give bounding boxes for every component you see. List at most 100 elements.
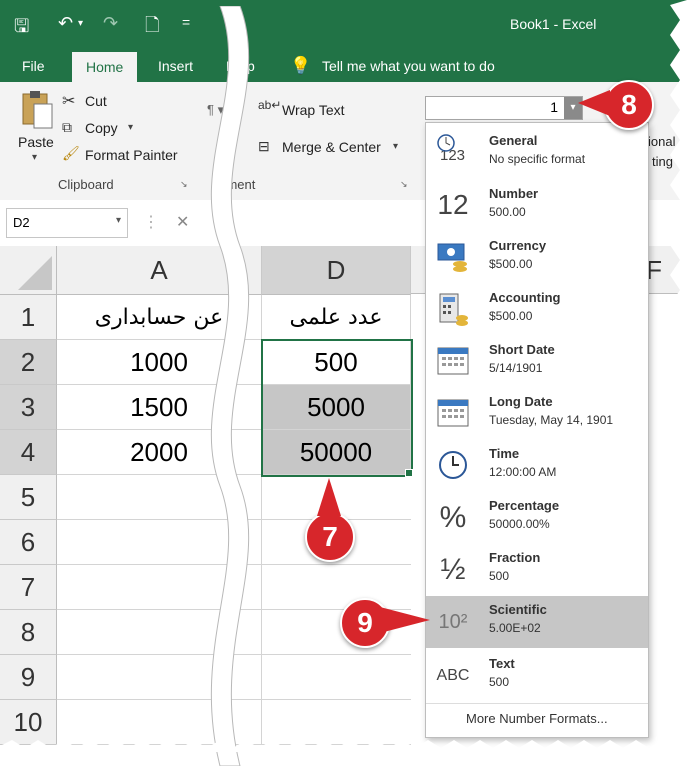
format-accounting-name: Accounting xyxy=(489,290,561,305)
number-format-dropdown: 123 General No specific format 12 Number… xyxy=(425,122,649,738)
wrap-text-button[interactable]: Wrap Text xyxy=(282,102,345,118)
format-accounting-sample: $500.00 xyxy=(489,309,533,323)
formula-bar-divider: ⋮ xyxy=(143,214,159,231)
number-12-icon: 12 xyxy=(437,189,469,220)
text-abc-icon: ABC xyxy=(436,667,470,684)
merge-dropdown-icon[interactable]: ▾ xyxy=(393,141,398,152)
format-number-sample: 500.00 xyxy=(489,205,526,219)
format-fraction-name: Fraction xyxy=(489,550,541,565)
format-time-name: Time xyxy=(489,446,520,461)
new-file-icon[interactable]: 🗋 xyxy=(145,13,159,43)
torn-right-edge xyxy=(670,0,687,752)
row-header-5[interactable]: 5 xyxy=(0,475,57,520)
format-accounting[interactable]: Accounting $500.00 xyxy=(426,284,648,336)
customize-qat-icon[interactable]: = xyxy=(182,14,190,30)
format-scientific[interactable]: 10² Scientific 5.00E+02 xyxy=(426,596,648,648)
torn-edge-decoration xyxy=(210,6,250,766)
callout-badge-7: 7 xyxy=(305,512,355,562)
format-short-date-name: Short Date xyxy=(489,342,555,357)
format-fraction[interactable]: ½ Fraction 500 xyxy=(426,544,648,596)
wrap-text-icon: ab↵ xyxy=(258,98,282,112)
row-header-7[interactable]: 7 xyxy=(0,565,57,610)
save-icon[interactable]: 🖫 xyxy=(14,14,29,44)
copy-dropdown-icon[interactable]: ▾ xyxy=(128,122,133,133)
format-time-sample: 12:00:00 AM xyxy=(489,465,557,479)
name-box[interactable]: D2 ▾ xyxy=(6,208,128,238)
calendar-icon xyxy=(434,342,472,380)
tab-home[interactable]: Home xyxy=(72,52,138,82)
format-long-date-name: Long Date xyxy=(489,394,553,409)
clipboard-group-label: Clipboard xyxy=(58,177,114,192)
format-general[interactable]: 123 General No specific format xyxy=(426,127,648,179)
cell-d1[interactable]: عدد علمی xyxy=(262,295,411,340)
format-number-name: Number xyxy=(489,186,539,201)
undo-dropdown-icon[interactable]: ▾ xyxy=(78,18,83,29)
callout-pointer-8 xyxy=(578,90,610,116)
percent-icon: % xyxy=(439,501,467,534)
format-currency[interactable]: Currency $500.00 xyxy=(426,232,648,284)
select-all-corner[interactable] xyxy=(0,246,57,295)
number-format-value: 1 xyxy=(550,99,558,115)
name-box-dropdown-icon[interactable]: ▾ xyxy=(116,215,121,226)
lightbulb-icon: 💡 xyxy=(290,56,312,75)
menu-divider xyxy=(426,703,648,704)
redo-icon[interactable]: ↷ xyxy=(103,13,118,34)
format-percentage[interactable]: % Percentage 50000.00% xyxy=(426,492,648,544)
column-header-d[interactable]: D xyxy=(262,246,411,295)
paste-icon[interactable] xyxy=(20,90,54,130)
format-painter-button[interactable]: Format Painter xyxy=(85,147,178,163)
cancel-icon[interactable]: ✕ xyxy=(176,212,189,232)
format-percentage-name: Percentage xyxy=(489,498,560,513)
format-short-date[interactable]: Short Date 5/14/1901 xyxy=(426,336,648,388)
format-currency-name: Currency xyxy=(489,238,547,253)
fill-handle[interactable] xyxy=(405,469,413,477)
more-number-formats-link[interactable]: More Number Formats... xyxy=(466,711,608,726)
clock-icon xyxy=(434,446,472,484)
format-scientific-sample: 5.00E+02 xyxy=(489,621,541,635)
row-header-8[interactable]: 8 xyxy=(0,610,57,655)
name-box-value: D2 xyxy=(13,215,30,230)
selection-border xyxy=(261,339,413,477)
paste-button[interactable]: Paste xyxy=(18,134,54,150)
window-title: Book1 - Excel xyxy=(510,16,597,32)
format-time[interactable]: Time 12:00:00 AM xyxy=(426,440,648,492)
tab-insert[interactable]: Insert xyxy=(158,58,193,74)
row-header-9[interactable]: 9 xyxy=(0,655,57,700)
format-text[interactable]: ABC Text 500 xyxy=(426,650,648,702)
format-painter-icon: 🖌 xyxy=(62,145,80,161)
cut-button[interactable]: Cut xyxy=(85,93,107,109)
row-header-6[interactable]: 6 xyxy=(0,520,57,565)
scissors-icon: ✂ xyxy=(62,93,76,110)
fraction-icon: ½ xyxy=(440,553,466,586)
copy-button[interactable]: Copy xyxy=(85,120,118,136)
clipboard-launcher-icon[interactable]: ↘ xyxy=(180,179,188,190)
alignment-launcher-icon[interactable]: ↘ xyxy=(400,179,408,190)
format-number[interactable]: 12 Number 500.00 xyxy=(426,180,648,232)
accounting-icon xyxy=(434,290,472,328)
format-fraction-sample: 500 xyxy=(489,569,510,583)
merge-center-button[interactable]: Merge & Center xyxy=(282,139,381,155)
row-header-1[interactable]: 1 xyxy=(0,295,57,340)
row-header-2[interactable]: 2 xyxy=(0,340,57,385)
row-header-4[interactable]: 4 xyxy=(0,430,57,475)
tab-file[interactable]: File xyxy=(22,58,45,74)
currency-icon xyxy=(434,238,472,276)
format-scientific-name: Scientific xyxy=(489,602,547,617)
format-general-name: General xyxy=(489,133,538,148)
format-short-date-sample: 5/14/1901 xyxy=(489,361,543,375)
callout-pointer-9 xyxy=(380,607,430,633)
tell-me-box[interactable]: Tell me what you want to do xyxy=(322,58,495,74)
undo-icon[interactable]: ↶ xyxy=(58,13,73,34)
scientific-icon: 10² xyxy=(438,611,468,633)
format-percentage-sample: 50000.00% xyxy=(489,517,550,531)
format-long-date[interactable]: Long Date Tuesday, May 14, 1901 xyxy=(426,388,648,440)
copy-icon: ⧉ xyxy=(62,119,72,135)
number-format-box[interactable]: 1 ▾ xyxy=(425,96,583,120)
paste-dropdown-icon[interactable]: ▾ xyxy=(32,152,37,163)
column-divider xyxy=(261,475,262,745)
torn-bottom-edge xyxy=(0,740,687,752)
callout-pointer-7 xyxy=(317,478,341,516)
format-text-name: Text xyxy=(489,656,515,671)
row-header-3[interactable]: 3 xyxy=(0,385,57,430)
clock-123-icon: 123 xyxy=(434,133,472,171)
